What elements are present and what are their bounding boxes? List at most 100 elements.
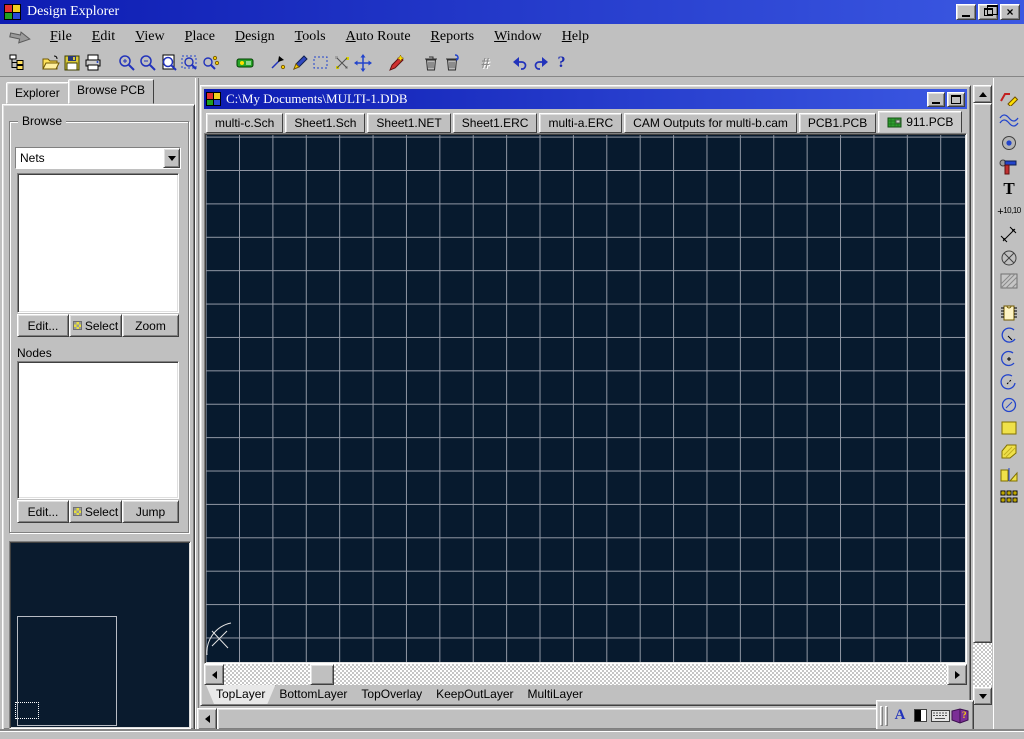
doc-tab-pcb1-pcb[interactable]: PCB1.PCB	[799, 113, 876, 133]
menu-place[interactable]: Place	[175, 26, 225, 48]
zoom-out-icon[interactable]	[137, 53, 158, 74]
delete-icon[interactable]	[420, 53, 441, 74]
layer-tab-topoverlay[interactable]: TopOverlay	[351, 685, 432, 704]
menu-window[interactable]: Window	[484, 26, 552, 48]
place-component-icon[interactable]	[997, 302, 1021, 324]
document-hscrollbar[interactable]	[204, 664, 967, 685]
nets-listbox[interactable]	[17, 173, 179, 313]
doc-tab-911-pcb[interactable]: 911.PCB	[878, 111, 962, 133]
help-book-icon[interactable]: ?	[950, 706, 970, 726]
scroll-thumb[interactable]	[217, 708, 939, 730]
doc-tab-sheet1-sch[interactable]: Sheet1.Sch	[285, 113, 365, 133]
font-size-icon[interactable]: A	[890, 706, 910, 726]
menu-design[interactable]: Design	[225, 26, 285, 48]
scroll-down-button[interactable]	[973, 687, 992, 705]
doc-tab-multi-a-erc[interactable]: multi-a.ERC	[539, 113, 622, 133]
place-arc-center-icon[interactable]	[997, 348, 1021, 370]
layer-tab-bottomlayer[interactable]: BottomLayer	[269, 685, 357, 704]
scroll-left-button[interactable]	[197, 708, 217, 730]
toggle-grid-icon[interactable]: #	[475, 53, 496, 74]
zoom-area-icon[interactable]	[179, 53, 200, 74]
place-polygon-plane-icon[interactable]	[997, 440, 1021, 462]
scroll-track[interactable]	[224, 664, 947, 685]
place-arc-edge-icon[interactable]	[997, 325, 1021, 347]
place-string-icon[interactable]: T	[997, 178, 1021, 200]
interactive-routing-icon[interactable]	[997, 86, 1021, 108]
nodes-select-button[interactable]: Select	[69, 500, 122, 523]
pcb-canvas[interactable]	[204, 133, 967, 664]
menu-edit[interactable]: Edit	[82, 26, 125, 48]
help-icon[interactable]: ?	[551, 53, 572, 74]
layer-tab-keepoutlayer[interactable]: KeepOutLayer	[426, 685, 523, 704]
scroll-track[interactable]	[973, 643, 992, 687]
explorer-toggle-icon[interactable]	[6, 53, 27, 74]
layer-tab-toplayer[interactable]: TopLayer	[206, 685, 275, 704]
nets-select-button[interactable]: Select	[69, 314, 122, 337]
undelete-icon[interactable]	[441, 53, 462, 74]
menu-help[interactable]: Help	[552, 26, 599, 48]
place-via-icon[interactable]	[997, 155, 1021, 177]
doc-maximize-button[interactable]	[947, 92, 965, 107]
place-dimension-icon[interactable]	[997, 224, 1021, 246]
move-object-icon[interactable]	[352, 53, 373, 74]
scroll-thumb[interactable]	[973, 103, 992, 643]
workspace-vscrollbar[interactable]	[973, 85, 992, 705]
doc-tab-sheet1-net[interactable]: Sheet1.NET	[367, 113, 450, 133]
place-keepout-icon[interactable]	[997, 247, 1021, 269]
select-area-icon[interactable]	[310, 53, 331, 74]
nodes-edit-button[interactable]: Edit...	[17, 500, 69, 523]
scroll-up-button[interactable]	[973, 85, 992, 103]
zoom-in-icon[interactable]	[116, 53, 137, 74]
menu-tools[interactable]: Tools	[285, 26, 336, 48]
menu-reports[interactable]: Reports	[421, 26, 485, 48]
browse-components-icon[interactable]	[234, 53, 255, 74]
deselect-all-icon[interactable]	[331, 53, 352, 74]
place-track-icon[interactable]	[997, 109, 1021, 131]
nodes-listbox[interactable]	[17, 361, 179, 499]
paste-array-icon[interactable]	[997, 486, 1021, 508]
menu-grip-icon[interactable]	[0, 31, 40, 44]
menu-auto-route[interactable]: Auto Route	[336, 26, 421, 48]
place-full-circle-icon[interactable]	[997, 394, 1021, 416]
doc-tab-multi-c-sch[interactable]: multi-c.Sch	[206, 113, 283, 133]
scroll-right-button[interactable]	[947, 664, 967, 685]
board-minimap[interactable]	[9, 541, 191, 729]
doc-tab-cam-outputs[interactable]: CAM Outputs for multi-b.cam	[624, 113, 797, 133]
place-fill-icon[interactable]	[997, 417, 1021, 439]
print-icon[interactable]	[82, 53, 103, 74]
place-arc-any-angle-icon[interactable]	[997, 371, 1021, 393]
undo-icon[interactable]	[509, 53, 530, 74]
toolbar-grip[interactable]	[880, 706, 883, 726]
save-document-icon[interactable]	[61, 53, 82, 74]
minimize-button[interactable]	[956, 4, 976, 20]
keyboard-icon[interactable]	[930, 706, 950, 726]
close-button[interactable]: ×	[1000, 4, 1020, 20]
dropdown-arrow-icon[interactable]	[163, 148, 180, 168]
nets-zoom-button[interactable]: Zoom	[122, 314, 179, 337]
browse-mode-dropdown[interactable]: Nets	[15, 147, 181, 169]
workspace-hscrollbar[interactable]	[197, 708, 971, 730]
minimap-viewport-rect[interactable]	[15, 702, 39, 719]
place-pad-icon[interactable]	[997, 132, 1021, 154]
open-document-icon[interactable]	[40, 53, 61, 74]
zoom-point-icon[interactable]	[200, 53, 221, 74]
tab-browse-pcb[interactable]: Browse PCB	[68, 79, 154, 104]
panel-toggle-icon[interactable]	[910, 706, 930, 726]
doc-tab-sheet1-erc[interactable]: Sheet1.ERC	[453, 113, 538, 133]
zoom-document-icon[interactable]	[158, 53, 179, 74]
knife-cut-icon[interactable]	[268, 53, 289, 74]
panel-splitter[interactable]	[195, 78, 199, 730]
draw-line-icon[interactable]	[289, 53, 310, 74]
place-fill-hatched-icon[interactable]	[997, 270, 1021, 292]
wizard-icon[interactable]	[386, 53, 407, 74]
place-split-plane-icon[interactable]	[997, 463, 1021, 485]
restore-button[interactable]	[978, 4, 998, 20]
scroll-thumb[interactable]	[310, 664, 334, 685]
tab-explorer[interactable]: Explorer	[6, 82, 69, 104]
scroll-left-button[interactable]	[204, 664, 224, 685]
menu-file[interactable]: File	[40, 26, 82, 48]
nodes-jump-button[interactable]: Jump	[122, 500, 179, 523]
doc-minimize-button[interactable]	[927, 92, 945, 107]
redo-icon[interactable]	[530, 53, 551, 74]
toolbar-grip[interactable]	[885, 706, 888, 726]
